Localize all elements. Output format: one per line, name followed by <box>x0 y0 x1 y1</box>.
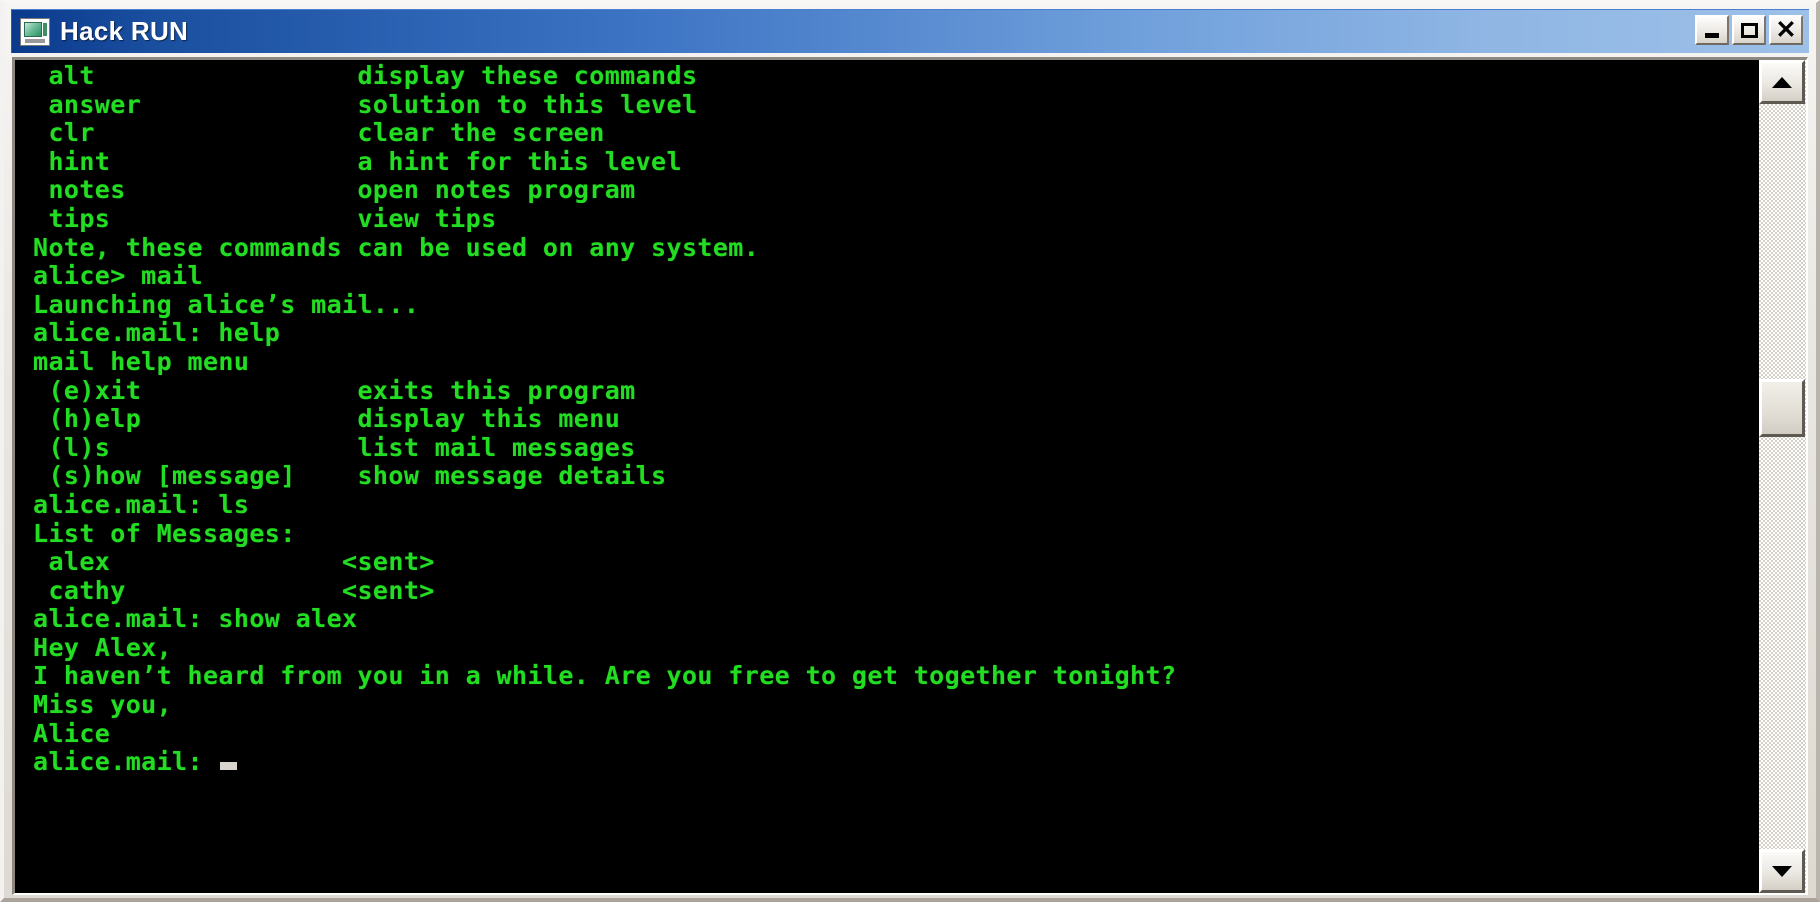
prompt-label: alice.mail: <box>33 747 219 777</box>
terminal-line: (l)s list mail messages <box>33 432 636 462</box>
terminal-line: cathy <sent> <box>33 575 435 605</box>
close-icon: ✕ <box>1775 15 1797 44</box>
terminal-line: answer solution to this level <box>33 89 698 119</box>
terminal-line: (h)elp display this menu <box>33 404 621 434</box>
text-cursor <box>220 762 238 771</box>
maximize-icon <box>1734 17 1764 43</box>
close-button[interactable]: ✕ <box>1769 15 1803 45</box>
minimize-button[interactable] <box>1695 15 1729 45</box>
application-window: Hack RUN ✕ alt display these commands an… <box>0 0 1820 902</box>
icon-base <box>25 38 45 43</box>
title-bar[interactable]: Hack RUN ✕ <box>11 9 1809 53</box>
window-title: Hack RUN <box>60 16 189 46</box>
terminal-line: alt display these commands <box>33 61 698 90</box>
terminal-line: Miss you, <box>33 690 173 720</box>
icon-side <box>43 22 47 36</box>
terminal-line: alice.mail: ls <box>33 489 250 519</box>
app-monitor-icon <box>20 17 50 46</box>
chevron-up-icon <box>1772 76 1792 88</box>
icon-screen <box>24 21 42 37</box>
terminal-line: alice.mail: show alex <box>33 604 358 634</box>
terminal-container: alt display these commands answer soluti… <box>12 57 1808 895</box>
terminal-line: notes open notes program <box>33 175 636 205</box>
terminal-line: (e)xit exits this program <box>33 375 636 405</box>
terminal-line: Note, these commands can be used on any … <box>33 232 760 262</box>
maximize-button[interactable] <box>1732 15 1766 45</box>
terminal-line: List of Messages: <box>33 518 296 548</box>
scrollbar-track[interactable] <box>1759 104 1806 849</box>
terminal-line: Launching alice’s mail... <box>33 289 420 319</box>
scroll-down-button[interactable] <box>1759 849 1805 893</box>
chevron-down-icon <box>1772 865 1792 877</box>
terminal-line: alice.mail: help <box>33 318 281 348</box>
terminal-lines: alt display these commands answer soluti… <box>15 61 1758 777</box>
terminal-line: tips view tips <box>33 203 497 233</box>
terminal-line: (s)how [message] show message details <box>33 461 667 491</box>
scrollbar-thumb[interactable] <box>1759 379 1805 437</box>
vertical-scrollbar[interactable] <box>1758 60 1806 893</box>
terminal-line: hint a hint for this level <box>33 146 682 176</box>
terminal-line: mail help menu <box>33 346 250 376</box>
terminal-prompt-line[interactable]: alice.mail: <box>33 747 1758 777</box>
terminal-line: Alice <box>33 718 111 748</box>
window-controls: ✕ <box>1695 15 1803 45</box>
terminal-line: Hey Alex, <box>33 632 173 662</box>
terminal-output[interactable]: alt display these commands answer soluti… <box>15 60 1758 893</box>
terminal-line: alex <sent> <box>33 547 435 577</box>
scroll-up-button[interactable] <box>1759 60 1805 104</box>
minimize-icon <box>1697 17 1727 43</box>
terminal-line: alice> mail <box>33 261 203 291</box>
terminal-line: I haven’t heard from you in a while. Are… <box>33 661 1177 691</box>
terminal-line: clr clear the screen <box>33 118 605 148</box>
